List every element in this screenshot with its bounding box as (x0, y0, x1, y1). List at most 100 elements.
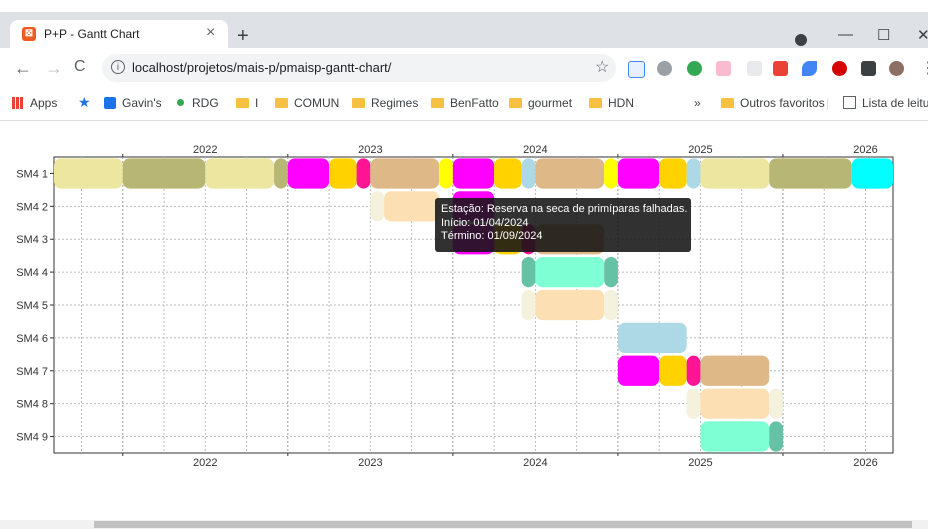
tab-title: P+P - Gantt Chart (44, 27, 140, 41)
gantt-bar (700, 158, 770, 189)
gavins-icon (104, 97, 116, 109)
tab-active[interactable]: ⊠ P+P - Gantt Chart × (10, 20, 228, 48)
bookmark-benfatto[interactable]: BenFatto (431, 96, 499, 110)
address-bar[interactable]: i localhost/projetos/mais-p/pmaisp-gantt… (102, 54, 616, 82)
bookmark-regimes[interactable]: Regimes (352, 96, 418, 110)
profile-icon[interactable] (795, 34, 807, 46)
gantt-bar (686, 355, 701, 386)
gantt-bar (287, 158, 330, 189)
extension-color-icon[interactable] (687, 61, 702, 76)
folder-icon (431, 98, 444, 108)
extension-gear-icon[interactable] (657, 61, 672, 76)
gantt-bar (370, 191, 385, 222)
row-label: SM4 8 (16, 399, 48, 411)
star-icon[interactable]: ☆ (595, 57, 609, 77)
gantt-bar (700, 421, 770, 452)
year-label-bottom: 2025 (688, 457, 712, 469)
row-label: SM4 9 (16, 432, 48, 444)
row-label: SM4 1 (16, 168, 48, 180)
folder-icon (721, 98, 734, 108)
back-icon[interactable]: ← (14, 58, 32, 79)
gantt-bar (617, 322, 687, 354)
row-label: SM4 6 (16, 333, 48, 345)
forward-icon[interactable]: → (45, 58, 63, 79)
year-label-top: 2025 (688, 144, 712, 156)
bookmark-i[interactable]: I (236, 96, 258, 110)
star-bookmark-icon[interactable]: ★ (78, 94, 91, 111)
toolbar: ← → C i localhost/projetos/mais-p/pmaisp… (0, 48, 928, 88)
gantt-bar (851, 158, 893, 189)
gantt-bar (521, 256, 536, 288)
horizontal-scrollbar[interactable] (0, 520, 928, 529)
bookmark-gavins[interactable]: Gavin's (104, 96, 162, 110)
gantt-bar (535, 256, 605, 288)
bookmark-label: Outros favoritos (740, 96, 825, 110)
tooltip-line-end: Término: 01/09/2024 (441, 230, 543, 242)
bookmark-gourmet[interactable]: gourmet (509, 96, 572, 110)
tooltip-line-start: Início: 01/04/2024 (441, 216, 529, 229)
gantt-bar (439, 158, 453, 189)
row-label: SM4 5 (16, 300, 48, 312)
gantt-bar (370, 158, 440, 189)
gantt-bar (769, 158, 852, 189)
year-label-top: 2026 (853, 144, 877, 156)
new-tab-icon[interactable]: + (237, 26, 249, 46)
extension-leaf-icon[interactable] (802, 61, 817, 76)
bookmark-rdg[interactable]: RDG (177, 96, 219, 110)
gantt-bar (494, 158, 522, 189)
extension-people-icon[interactable] (773, 61, 788, 76)
tab-close-icon[interactable]: × (206, 24, 215, 42)
bookmark-hdn[interactable]: HDN (589, 96, 634, 110)
gantt-bar (205, 158, 275, 189)
bookmark-label: I (255, 96, 259, 110)
extension-blank-icon[interactable] (747, 61, 762, 76)
menu-icon[interactable]: ⋮ (920, 58, 928, 78)
gantt-bar (604, 158, 618, 189)
gantt-bar (700, 388, 770, 419)
extension-power-icon[interactable] (832, 61, 847, 76)
reload-icon[interactable]: C (74, 58, 86, 76)
folder-icon (275, 98, 288, 108)
gantt-chart: SM4 1 SM4 2 SM4 3 SM4 4 SM4 5 SM4 6 SM4 7 SM4 8… (16, 144, 894, 469)
scrollbar-thumb[interactable] (94, 521, 912, 528)
gantt-bar (604, 289, 618, 321)
chart-tooltip: Estação: Reserva na seca de primíparas f… (435, 198, 691, 252)
gantt-bar (700, 355, 770, 386)
gantt-bar (769, 421, 783, 452)
minimize-icon[interactable]: — (838, 26, 853, 43)
year-label-bottom: 2022 (193, 457, 217, 469)
window-close-icon[interactable]: ✕ (917, 26, 928, 44)
extension-arrow-icon[interactable] (716, 61, 731, 76)
bookmark-label: COMUN (294, 96, 340, 110)
folder-icon (589, 98, 602, 108)
gantt-bar (521, 158, 536, 189)
gantt-bar (384, 191, 440, 222)
folder-icon (236, 98, 249, 108)
bookmark-label: HDN (608, 96, 634, 110)
bookmark-label: gourmet (528, 96, 573, 110)
more-bookmarks-icon[interactable]: » (694, 96, 701, 110)
info-icon[interactable]: i (111, 60, 125, 74)
row-label: SM4 7 (16, 366, 48, 378)
reading-list-icon (843, 96, 856, 109)
gantt-bar (686, 388, 701, 419)
extension-n-icon[interactable] (628, 61, 645, 78)
folder-icon (352, 98, 365, 108)
bookmark-outros[interactable]: Outros favoritos (721, 96, 825, 110)
bookmark-lista[interactable]: Lista de leitura (843, 96, 928, 110)
folder-icon (509, 98, 522, 108)
bookmark-label: Lista de leitura (862, 96, 928, 110)
year-label-top: 2023 (358, 144, 382, 156)
tab-strip: ⊠ P+P - Gantt Chart × + — ☐ ✕ (0, 12, 928, 48)
year-label-bottom: 2024 (523, 457, 547, 469)
bookmark-apps[interactable]: Apps (12, 96, 57, 110)
bookmark-comun[interactable]: COMUN (275, 96, 339, 110)
bookmark-divider: | (826, 96, 830, 110)
extensions-puzzle-icon[interactable] (861, 61, 876, 76)
avatar[interactable] (889, 61, 904, 76)
tooltip-line-station: Estação: Reserva na seca de primíparas f… (441, 203, 688, 215)
bookmark-label: Apps (30, 96, 58, 110)
gantt-bar (521, 289, 536, 321)
url-text: localhost/projetos/mais-p/pmaisp-gantt-c… (132, 60, 392, 75)
maximize-icon[interactable]: ☐ (877, 26, 890, 44)
